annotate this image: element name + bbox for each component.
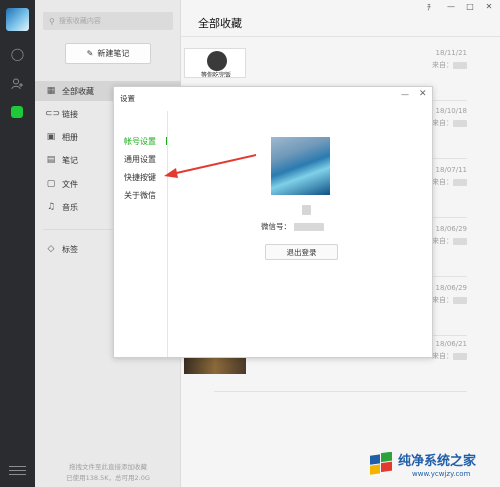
watermark-url: www.ycwjzy.com [412, 470, 471, 478]
watermark-title: 纯净系统之家 [398, 454, 477, 469]
watermark: 纯净系统之家 www.ycwjzy.com [360, 448, 500, 487]
annotation-arrow [164, 154, 257, 178]
windows-logo-icon [370, 452, 392, 475]
